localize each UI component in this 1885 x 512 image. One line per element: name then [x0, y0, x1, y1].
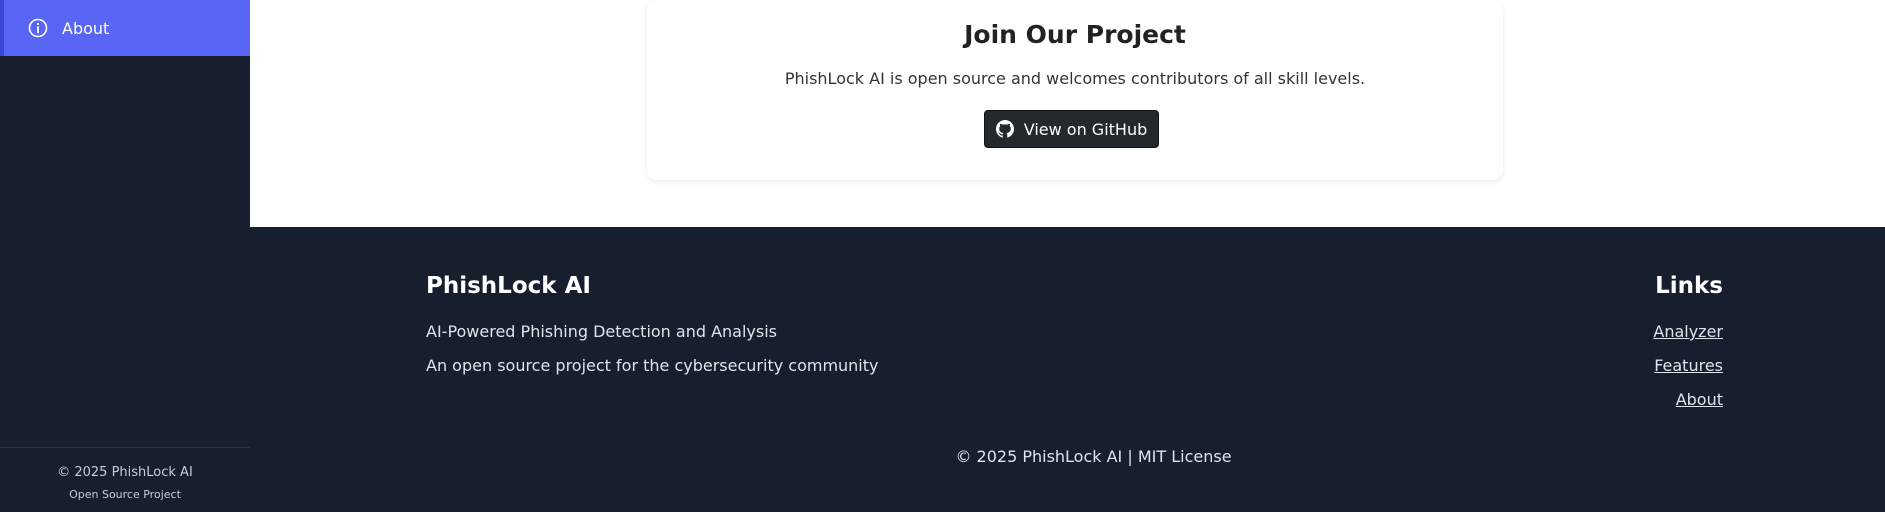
github-button-label: View on GitHub [1023, 119, 1148, 139]
card-text: PhishLock AI is open source and welcomes… [784, 69, 1366, 88]
footer-copyright: © 2025 PhishLock AI | MIT License [955, 447, 1232, 466]
footer-link-analyzer[interactable]: Analyzer [1653, 322, 1723, 341]
sidebar-item-about[interactable]: About [0, 0, 250, 56]
footer-link-about[interactable]: About [1676, 390, 1723, 409]
card-title: Join Our Project [964, 20, 1186, 49]
footer-description: An open source project for the cybersecu… [426, 356, 879, 375]
sidebar: About © 2025 PhishLock AI Open Source Pr… [0, 0, 250, 512]
footer-brand-title: PhishLock AI [426, 273, 591, 299]
info-icon [28, 18, 48, 38]
sidebar-item-label: About [62, 18, 110, 38]
join-project-card: Join Our Project PhishLock AI is open so… [647, 0, 1503, 180]
main-content: Join Our Project PhishLock AI is open so… [250, 0, 1885, 227]
footer-link-features[interactable]: Features [1654, 356, 1723, 375]
site-footer: PhishLock AI AI-Powered Phishing Detecti… [250, 227, 1885, 512]
sidebar-subtitle: Open Source Project [69, 488, 181, 501]
footer-tagline: AI-Powered Phishing Detection and Analys… [426, 322, 778, 341]
sidebar-copyright: © 2025 PhishLock AI [57, 465, 193, 480]
footer-links-title: Links [1655, 273, 1723, 299]
github-icon [995, 120, 1014, 138]
sidebar-divider [0, 447, 250, 448]
sidebar-footer: © 2025 PhishLock AI Open Source Project [0, 463, 250, 505]
view-on-github-button[interactable]: View on GitHub [984, 110, 1159, 148]
